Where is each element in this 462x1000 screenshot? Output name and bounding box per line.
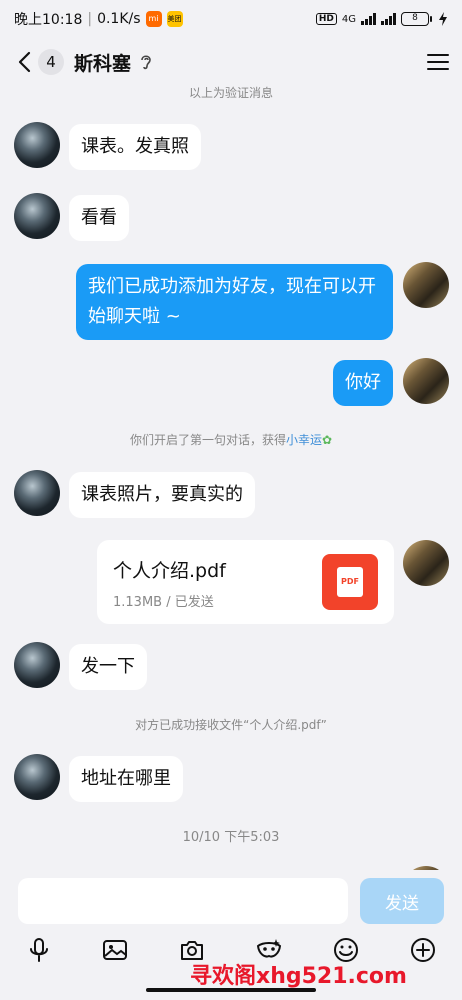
voice-icon[interactable] xyxy=(25,936,53,964)
message-input[interactable] xyxy=(18,878,348,924)
status-divider: | xyxy=(87,11,93,27)
message-bubble-incoming[interactable]: 看看 xyxy=(69,195,129,241)
chat-area[interactable]: 以上为验证消息 课表。发真照 看看 我们已成功添加为好友，现在可以开始聊天啦 ~… xyxy=(0,86,462,870)
system-message-verification: 以上为验证消息 xyxy=(188,86,273,100)
contact-name[interactable]: 斯科塞 xyxy=(74,49,131,76)
unread-count-badge[interactable]: 4 xyxy=(38,49,64,75)
mi-app-icon: mi xyxy=(145,11,162,27)
my-avatar[interactable] xyxy=(403,358,449,404)
send-button[interactable]: 发送 xyxy=(360,878,444,924)
contact-avatar[interactable] xyxy=(14,193,60,239)
pdf-file-icon: PDF xyxy=(322,554,378,610)
watermark: 寻欢阁xhg521.com xyxy=(190,964,407,989)
message-bubble-outgoing[interactable]: 我们已成功添加为好友，现在可以开始聊天啦 ~ xyxy=(76,264,393,340)
lucky-link[interactable]: 小幸运 xyxy=(286,433,322,447)
signal-icon xyxy=(361,13,376,25)
ear-icon xyxy=(141,55,151,70)
file-message-card[interactable]: 个人介绍.pdf 1.13MB / 已发送 PDF xyxy=(97,540,394,624)
system-first-text: 你们开启了第一句对话，获得 xyxy=(129,433,286,447)
my-avatar[interactable] xyxy=(403,262,449,308)
contact-avatar[interactable] xyxy=(14,470,60,516)
contact-avatar[interactable] xyxy=(14,122,60,168)
meituan-app-icon: 美团 xyxy=(166,11,183,27)
sprout-icon: ✿ xyxy=(321,433,333,447)
menu-icon[interactable] xyxy=(426,50,450,74)
status-time: 晚上10:18 xyxy=(14,12,83,28)
hd-icon: HD xyxy=(315,13,337,25)
back-icon[interactable] xyxy=(12,50,36,74)
contact-avatar[interactable] xyxy=(14,754,60,800)
signal-icon-2 xyxy=(381,13,396,25)
pdf-icon-label: PDF xyxy=(337,567,363,597)
network-speed: 0.1K/s xyxy=(97,11,141,27)
system-message-first-chat: 你们开启了第一句对话，获得小幸运✿ xyxy=(0,431,462,448)
plus-icon[interactable] xyxy=(409,936,437,964)
message-bubble-incoming[interactable]: 课表照片，要真实的 xyxy=(69,472,255,518)
my-avatar[interactable] xyxy=(403,540,449,586)
contact-avatar[interactable] xyxy=(14,642,60,688)
message-bubble-incoming[interactable]: 发一下 xyxy=(69,644,147,690)
message-bubble-incoming[interactable]: 课表。发真照 xyxy=(69,124,201,170)
status-bar: 晚上10:18 | 0.1K/s mi 美团 HD 4G 8 xyxy=(0,0,462,38)
message-bubble-incoming[interactable]: 地址在哪里 xyxy=(69,756,183,802)
charging-icon xyxy=(439,12,447,26)
network-type: 4G xyxy=(341,13,356,25)
image-icon[interactable] xyxy=(101,936,129,964)
timestamp: 10/10 下午5:03 xyxy=(182,830,280,845)
chat-header: 4 斯科塞 xyxy=(0,38,462,86)
system-message-file-received: 对方已成功接收文件“个人介绍.pdf” xyxy=(135,718,327,732)
battery-icon: 8 xyxy=(401,12,432,26)
message-bubble-outgoing[interactable]: 你好 xyxy=(333,360,393,406)
